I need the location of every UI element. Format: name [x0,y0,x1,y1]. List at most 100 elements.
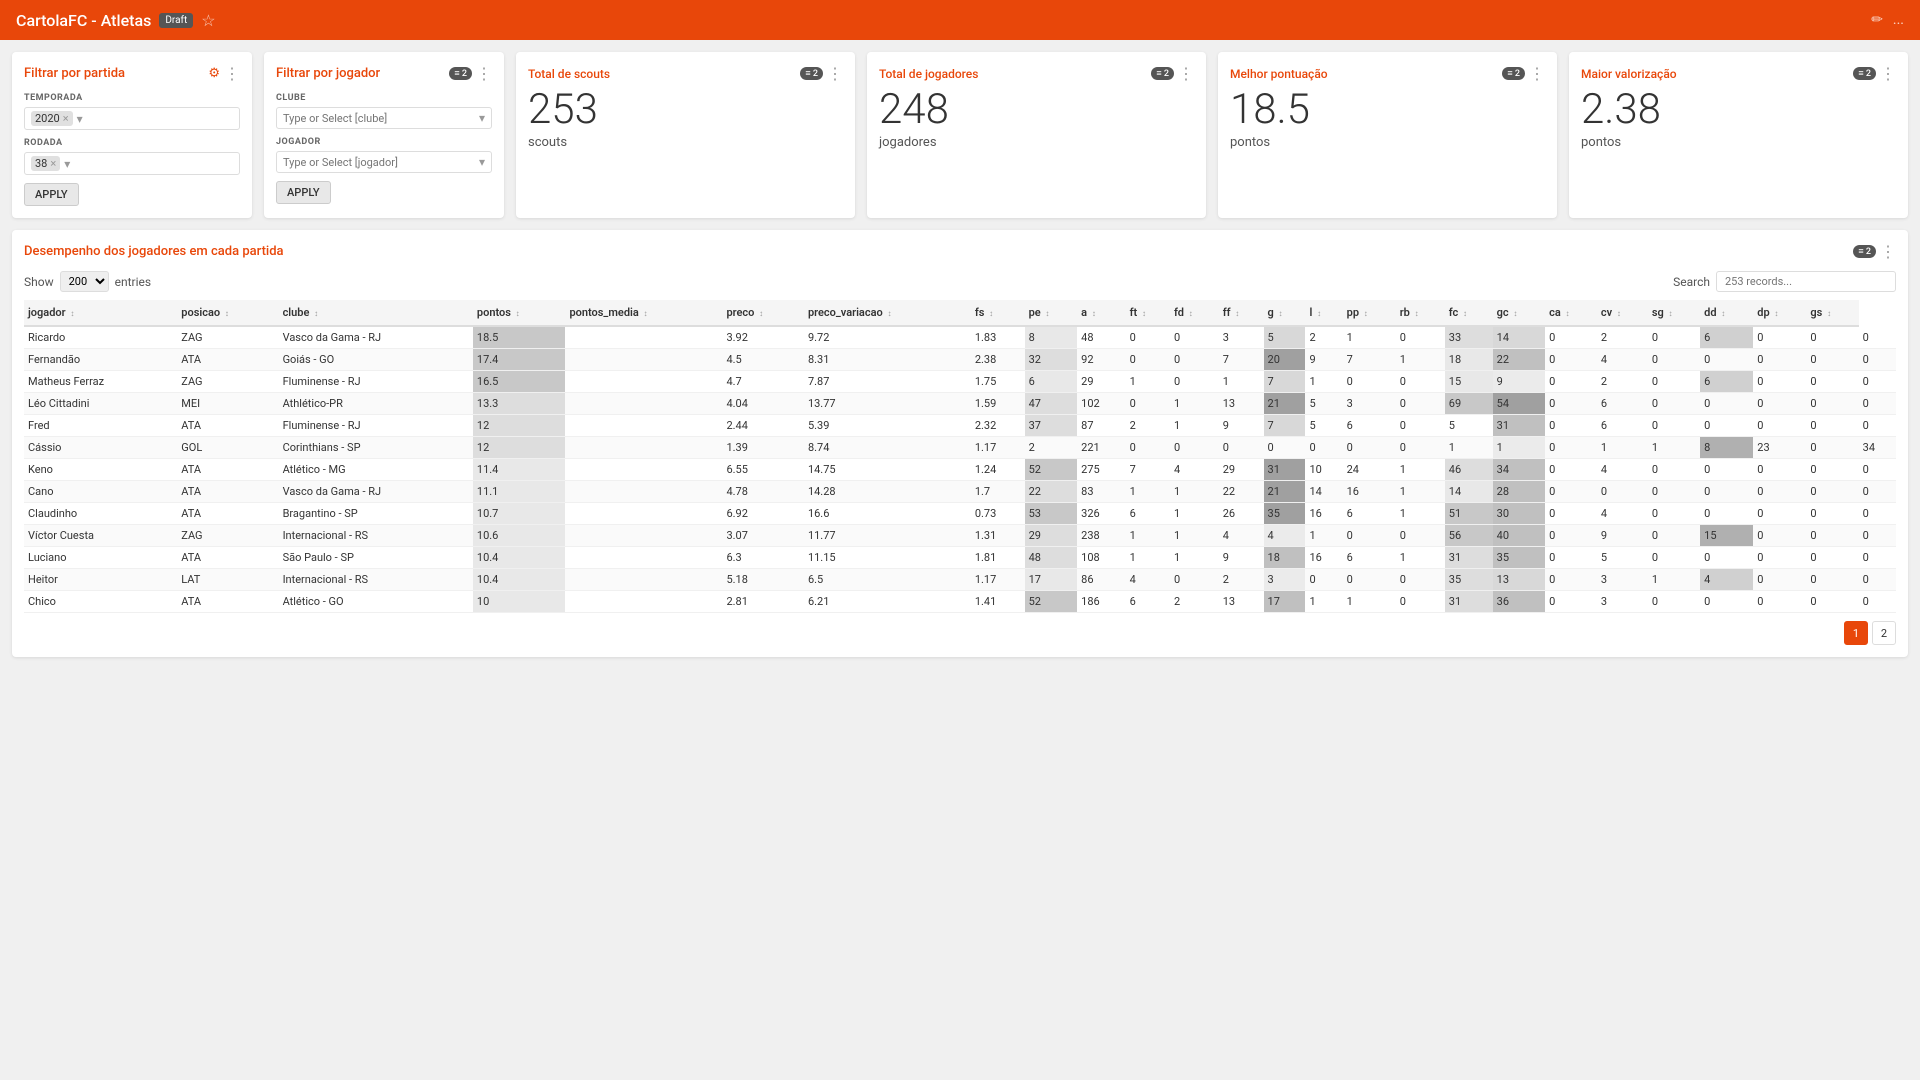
search-input[interactable] [1716,271,1896,292]
col-g[interactable]: g ↕ [1264,300,1306,326]
jogador-select-wrap[interactable]: ▾ [276,151,492,173]
table-cell: 238 [1077,525,1125,547]
table-cell: 9.72 [804,326,971,349]
table-cell: 14.75 [804,459,971,481]
table-row: FredATAFluminense - RJ122.445.392.323787… [24,415,1896,437]
table-cell: 16.6 [804,503,971,525]
table-cell: 0 [1545,393,1597,415]
col-ca[interactable]: ca ↕ [1545,300,1597,326]
table-cell: 2 [1597,371,1648,393]
col-fc[interactable]: fc ↕ [1445,300,1493,326]
table-cell: 0.73 [971,503,1025,525]
table-cell: 1 [1126,371,1170,393]
col-l[interactable]: l ↕ [1305,300,1342,326]
star-icon[interactable]: ☆ [201,11,215,30]
col-dd[interactable]: dd ↕ [1700,300,1753,326]
table-cell: 0 [1806,503,1858,525]
col-clube[interactable]: clube ↕ [279,300,473,326]
filter-jogador-apply[interactable]: APPLY [276,181,331,204]
table-cell: 0 [1806,547,1858,569]
valorizacao-menu[interactable]: ⋮ [1880,64,1896,83]
col-fd[interactable]: fd ↕ [1170,300,1219,326]
clube-input[interactable] [283,112,479,125]
table-cell: ATA [177,481,278,503]
table-cell: 0 [1859,525,1896,547]
col-sg[interactable]: sg ↕ [1648,300,1700,326]
more-icon[interactable]: ... [1893,12,1904,28]
col-preco[interactable]: preco ↕ [722,300,803,326]
col-dp[interactable]: dp ↕ [1753,300,1806,326]
table-cell: Matheus Ferraz [24,371,177,393]
table-cell: Chico [24,591,177,613]
col-rb[interactable]: rb ↕ [1396,300,1445,326]
col-posicao[interactable]: posicao ↕ [177,300,278,326]
table-cell: 21 [1264,393,1306,415]
table-cell: 0 [1126,437,1170,459]
clube-chevron: ▾ [479,111,485,125]
table-cell: 0 [1545,591,1597,613]
col-pe[interactable]: pe ↕ [1025,300,1078,326]
jogadores-menu[interactable]: ⋮ [1178,64,1194,83]
table-cell: 29 [1219,459,1264,481]
header: CartolaFC - Atletas Draft ☆ ✏ ... [0,0,1920,40]
temporada-tag-close[interactable]: × [63,112,69,125]
page-1[interactable]: 1 [1844,621,1868,645]
table-cell [565,349,722,371]
table-cell: 0 [1806,393,1858,415]
col-jogador[interactable]: jogador ↕ [24,300,177,326]
table-cell: 7 [1219,349,1264,371]
table-cell: 1.24 [971,459,1025,481]
table-cell: 0 [1170,569,1219,591]
table-cell: 40 [1493,525,1545,547]
clube-select-wrap[interactable]: ▾ [276,107,492,129]
pontuacao-menu[interactable]: ⋮ [1529,64,1545,83]
filter-partida-apply[interactable]: APPLY [24,183,79,206]
filter-icon[interactable]: ⚙ [208,66,220,81]
filter-partida-menu[interactable]: ⋮ [224,64,240,83]
table-row: CanoATAVasco da Gama - RJ11.14.7814.281.… [24,481,1896,503]
col-gc[interactable]: gc ↕ [1493,300,1545,326]
table-cell: 4.78 [722,481,803,503]
table-cell: 4 [1264,525,1306,547]
table-cell: 3 [1597,569,1648,591]
edit-icon[interactable]: ✏ [1871,12,1883,28]
table-cell: 10 [1305,459,1342,481]
table-cell: 34 [1859,437,1896,459]
table-cell: Fernandão [24,349,177,371]
table-cell: ATA [177,547,278,569]
table-cell: 0 [1700,547,1753,569]
table-cell: 0 [1126,349,1170,371]
col-pontos[interactable]: pontos ↕ [473,300,566,326]
table-cell: Atlético - MG [279,459,473,481]
col-a[interactable]: a ↕ [1077,300,1125,326]
entries-select[interactable]: 200 50 100 [60,271,109,292]
table-cell: 2 [1219,569,1264,591]
rodada-tag-close[interactable]: × [50,157,56,170]
table-cell: 0 [1170,326,1219,349]
main-content: Filtrar por partida ⚙ ⋮ TEMPORADA 2020 ×… [0,40,1920,669]
col-pontos-media[interactable]: pontos_media ↕ [565,300,722,326]
col-pp[interactable]: pp ↕ [1343,300,1396,326]
jogador-input[interactable] [283,156,479,169]
table-cell: ATA [177,349,278,371]
table-cell: 0 [1396,371,1445,393]
table-cell: 1 [1126,525,1170,547]
table-cell: 5.39 [804,415,971,437]
col-cv[interactable]: cv ↕ [1597,300,1648,326]
table-cell: 1 [1219,371,1264,393]
col-preco-variacao[interactable]: preco_variacao ↕ [804,300,971,326]
table-menu[interactable]: ⋮ [1880,242,1896,261]
table-cell: 0 [1859,415,1896,437]
table-wrapper: jogador ↕ posicao ↕ clube ↕ pontos ↕ pon… [24,300,1896,613]
table-cell: 0 [1700,349,1753,371]
scouts-menu[interactable]: ⋮ [827,64,843,83]
filter-jogador-menu[interactable]: ⋮ [476,64,492,83]
col-fs[interactable]: fs ↕ [971,300,1025,326]
page-2[interactable]: 2 [1872,621,1896,645]
col-ft[interactable]: ft ↕ [1126,300,1170,326]
metric-jogadores-card: Total de jogadores ≡ 2 ⋮ 248 jogadores [867,52,1206,218]
metric-valorizacao-title: Maior valorização ≡ 2 ⋮ [1581,64,1896,83]
col-gs[interactable]: gs ↕ [1806,300,1858,326]
col-ff[interactable]: ff ↕ [1219,300,1264,326]
table-cell: 13.3 [473,393,566,415]
